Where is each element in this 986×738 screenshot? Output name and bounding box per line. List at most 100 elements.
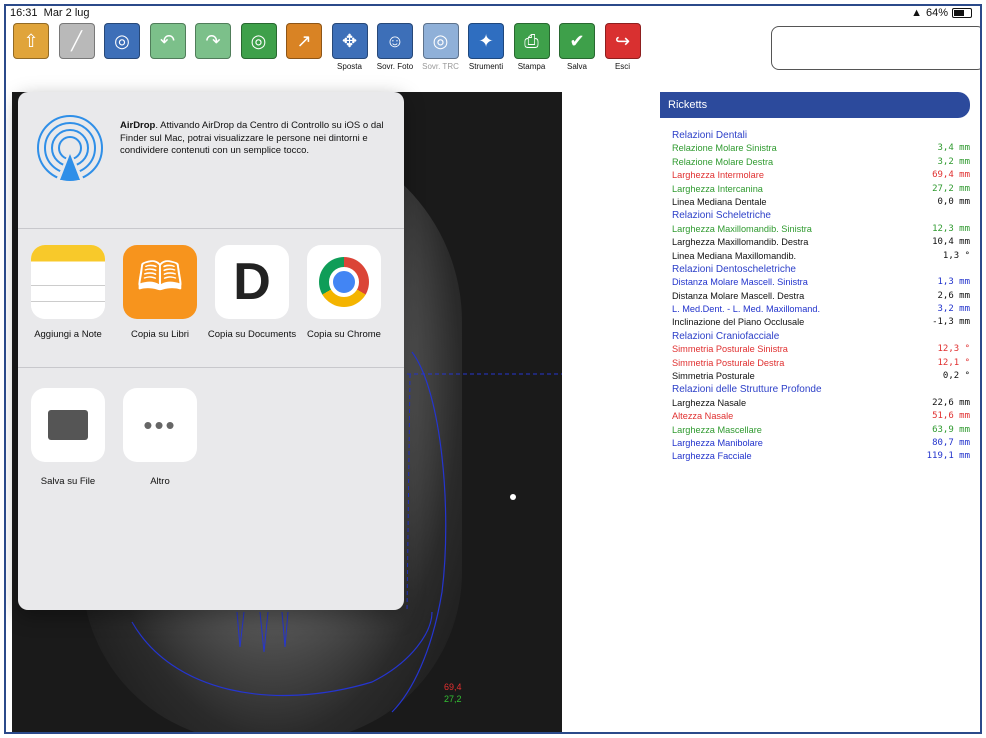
chrome-icon xyxy=(307,245,381,319)
tools-icon: ✦ xyxy=(468,23,504,59)
row-label: Larghezza Facciale xyxy=(672,451,752,462)
redo-icon: ↷ xyxy=(195,23,231,59)
share-action-more[interactable]: ••• Altro xyxy=(114,388,206,487)
row-value: 12,3 ° xyxy=(937,344,970,355)
measure-label-red: 69,4 xyxy=(444,682,462,692)
row-value: -1,3 mm xyxy=(932,317,970,328)
share-app-label: Aggiungi a Note xyxy=(34,329,102,340)
section-header: Relazioni delle Strutture Profonde xyxy=(660,384,970,397)
toolbar: ⇧ ╱ ◎ ↶ ↷ ◎ ↗ ✥ Sposta ☺ Sovr. Foto ◎ Sovr. TRC ✦ Stru… xyxy=(10,23,770,87)
share-sheet: AirDrop. Attivando AirDrop da Centro di … xyxy=(18,92,404,610)
toolbar-button-label: Esci xyxy=(614,62,631,71)
toolbar-button-label: Sposta xyxy=(337,62,362,71)
toolbar-button-label: Salva xyxy=(566,62,587,71)
redo-button[interactable]: ↷ xyxy=(192,23,234,85)
move-point-button[interactable]: ↗ xyxy=(283,23,325,85)
salva-button[interactable]: ✔ Salva xyxy=(556,23,598,85)
calibrate-icon: ╱ xyxy=(58,23,95,59)
row-label: Larghezza Manibolare xyxy=(672,437,763,448)
row-value: 10,4 mm xyxy=(932,237,970,248)
share-apps-row: Aggiungi a Note 🕮 Copia su Libri D Copia su … xyxy=(18,229,404,368)
row-label: Larghezza Mascellare xyxy=(672,424,762,435)
row-label: Inclinazione del Piano Occlusale xyxy=(672,317,805,328)
table-row: Simmetria Posturale 0,2 ° xyxy=(660,371,970,384)
sposta-button[interactable]: ✥ Sposta xyxy=(329,23,371,85)
tracing-teeth xyxy=(236,611,289,653)
landmark-button[interactable]: ◎ xyxy=(101,23,143,85)
row-label: Larghezza Maxillomandib. Destra xyxy=(672,237,809,248)
share-actions-row: Salva su File ••• Altro xyxy=(18,368,404,608)
stampa-button[interactable]: ⎙ Stampa xyxy=(511,23,553,85)
more-icon: ••• xyxy=(123,388,197,462)
esci-button[interactable]: ↪ Esci xyxy=(602,23,644,85)
share-action-folder[interactable]: Salva su File xyxy=(22,388,114,487)
row-value: 1,3 ° xyxy=(942,250,970,261)
table-row: Larghezza Mascellare 63,9 mm xyxy=(660,425,970,438)
row-label: Relazioni Dentali xyxy=(672,130,748,141)
print-icon: ⎙ xyxy=(513,23,550,59)
row-label: L. Med.Dent. - L. Med. Maxillomand. xyxy=(672,304,821,315)
share-app-label: Copia su Libri xyxy=(130,329,190,340)
row-label: Relazioni delle Strutture Profonde xyxy=(672,384,822,396)
share-action-label: Salva su File xyxy=(40,476,96,487)
table-row: Inclinazione del Piano Occlusale -1,3 mm xyxy=(660,317,970,330)
row-value: 12,3 mm xyxy=(932,223,970,234)
documents-icon: D xyxy=(215,245,289,319)
sovr-trc-button[interactable]: ◎ Sovr. TRC xyxy=(420,23,462,85)
row-value: 69,4 mm xyxy=(932,170,970,181)
share-action-label: Altro xyxy=(150,476,170,487)
row-value: 2,6 mm xyxy=(937,290,970,301)
row-label: Distanza Molare Mascell. Destra xyxy=(672,290,805,301)
row-value: 1,3 mm xyxy=(937,277,970,288)
airdrop-body: . Attivando AirDrop da Centro di Control… xyxy=(120,120,384,156)
row-value: 51,6 mm xyxy=(932,411,970,422)
clock-time: 16:31 xyxy=(10,7,38,19)
section-header: Relazioni Dentali xyxy=(660,130,970,143)
row-value: 3,2 mm xyxy=(937,304,970,315)
sovr-foto-button[interactable]: ☺ Sovr. Foto xyxy=(374,23,416,85)
toolbar-button-label: Strumenti xyxy=(468,62,504,71)
row-label: Simmetria Posturale Destra xyxy=(672,357,785,368)
row-value: 0,2 ° xyxy=(942,371,970,382)
share-app-label: Copia su Documents xyxy=(207,329,297,340)
strumenti-button[interactable]: ✦ Strumenti xyxy=(465,23,507,85)
airdrop-section[interactable]: AirDrop. Attivando AirDrop da Centro di … xyxy=(18,92,404,229)
tracing-button[interactable]: ◎ xyxy=(238,23,280,85)
table-row: Linea Mediana Dentale 0,0 mm xyxy=(660,197,970,210)
table-row: Larghezza Manibolare 80,7 mm xyxy=(660,438,970,451)
panel-title: Ricketts xyxy=(660,92,970,118)
tracing-dashed-vertical xyxy=(406,373,411,613)
toolbar-button-label: Sovr. TRC xyxy=(422,62,459,71)
landmark-point[interactable] xyxy=(510,494,516,500)
exit-icon: ↪ xyxy=(604,23,641,59)
calibrate-button[interactable]: ╱ xyxy=(56,23,98,85)
upload-button[interactable]: ⇧ xyxy=(10,23,52,85)
toolbar-button-label: Stampa xyxy=(517,62,546,71)
search-field[interactable] xyxy=(771,26,980,70)
row-label: Relazione Molare Sinistra xyxy=(672,143,777,154)
undo-button[interactable]: ↶ xyxy=(147,23,189,85)
share-app-notes[interactable]: Aggiungi a Note xyxy=(22,245,114,341)
folder-icon xyxy=(31,388,105,462)
row-label: Altezza Nasale xyxy=(672,411,734,422)
row-label: Distanza Molare Mascell. Sinistra xyxy=(672,277,808,288)
toolbar-button-label: Sovr. Foto xyxy=(376,62,414,71)
row-label: Relazione Molare Destra xyxy=(672,156,774,167)
photo-overlay-icon: ☺ xyxy=(377,23,413,59)
row-value: 27,2 mm xyxy=(932,183,970,194)
share-app-documents[interactable]: D Copia su Documents xyxy=(206,245,298,341)
books-icon: 🕮 xyxy=(123,245,197,319)
table-row: Simmetria Posturale Sinistra 12,3 ° xyxy=(660,344,970,357)
row-label: Simmetria Posturale xyxy=(672,371,755,382)
share-app-books[interactable]: 🕮 Copia su Libri xyxy=(114,245,206,341)
trc-overlay-icon: ◎ xyxy=(422,23,459,59)
move-icon: ✥ xyxy=(331,23,368,59)
table-row: Linea Mediana Maxillomandib. 1,3 ° xyxy=(660,251,970,264)
table-row: Larghezza Intercanina 27,2 mm xyxy=(660,184,970,197)
measure-label-green: 27,2 xyxy=(444,694,462,704)
share-app-chrome[interactable]: Copia su Chrome xyxy=(298,245,390,341)
row-label: Larghezza Intermolare xyxy=(672,170,764,181)
table-row: Larghezza Intermolare 69,4 mm xyxy=(660,170,970,183)
upload-icon: ⇧ xyxy=(13,23,49,59)
row-label: Linea Mediana Maxillomandib. xyxy=(672,250,797,261)
